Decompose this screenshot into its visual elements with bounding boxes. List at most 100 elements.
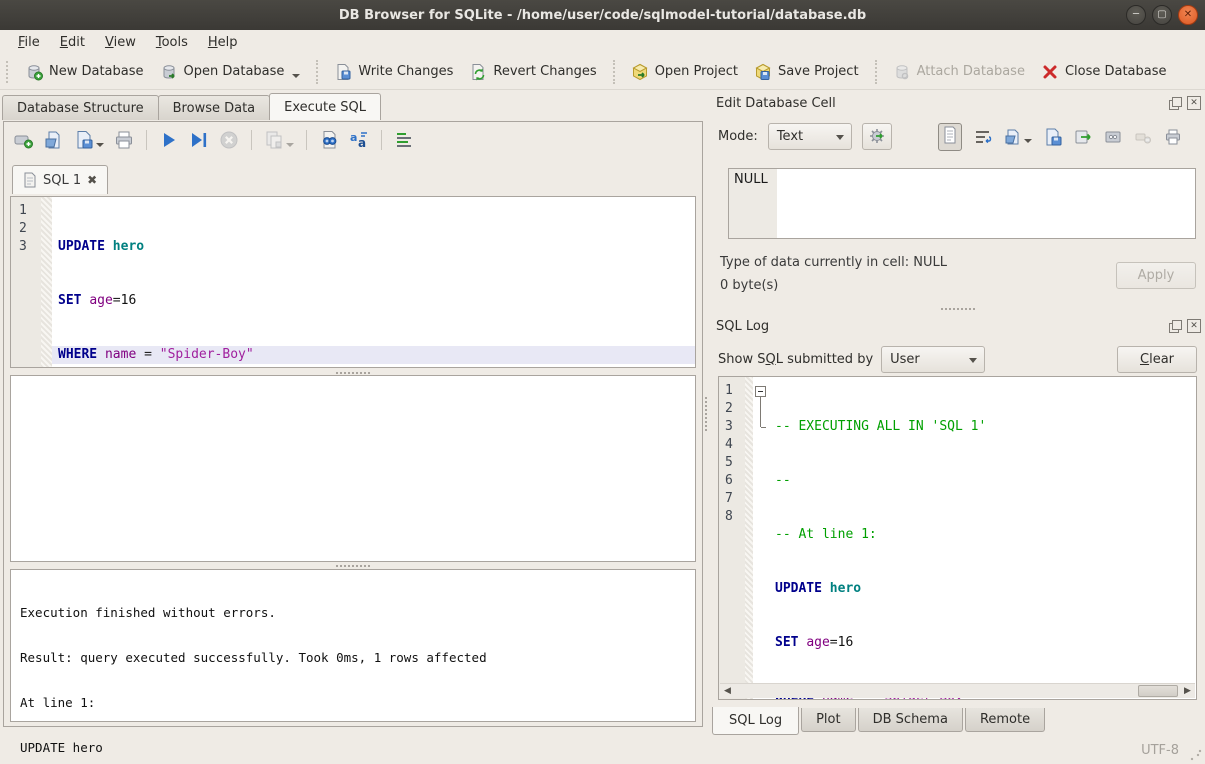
open-sql-file-button[interactable]	[44, 130, 64, 150]
close-button[interactable]: ✕	[1178, 5, 1198, 25]
filter-combobox[interactable]: User	[881, 346, 985, 373]
write-changes-icon	[334, 63, 352, 81]
float-dock-icon[interactable]	[1168, 319, 1182, 333]
revert-changes-button[interactable]: Revert Changes	[461, 59, 604, 85]
open-project-button[interactable]: Open Project	[623, 59, 746, 85]
print-button[interactable]	[114, 130, 134, 150]
toolbar-separator	[251, 130, 252, 150]
auto-format-button[interactable]	[862, 123, 892, 150]
menu-tools[interactable]: Tools	[146, 32, 198, 53]
edit-cell-title: Edit Database Cell	[716, 96, 836, 111]
chevron-down-icon	[286, 143, 294, 147]
menu-edit[interactable]: Edit	[50, 32, 95, 53]
editor-code[interactable]: UPDATE hero SET age=16 WHERE name = "Spi…	[52, 197, 695, 367]
resize-grip[interactable]	[1190, 749, 1202, 761]
close-dock-icon[interactable]: ✕	[1187, 96, 1201, 110]
log-fold-margin	[745, 377, 753, 699]
dock-tab-remote[interactable]: Remote	[965, 708, 1045, 732]
sql-log-filter-row: Show SQL submitted by User Clear	[718, 344, 1197, 374]
dock-tab-plot[interactable]: Plot	[801, 708, 856, 732]
new-sql-tab-button[interactable]	[14, 130, 34, 150]
code-line-current: WHERE name = "Spider-Boy"	[52, 346, 695, 364]
export-data-button[interactable]	[1044, 128, 1062, 146]
dock-tab-bar: SQL Log Plot DB Schema Remote	[712, 708, 1047, 735]
new-database-button[interactable]: New Database	[17, 59, 152, 85]
main-tab-bar: Database Structure Browse Data Execute S…	[2, 95, 380, 120]
encoding-label: UTF-8	[1141, 743, 1179, 758]
tab-execute-sql[interactable]: Execute SQL	[269, 93, 381, 120]
print-cell-button[interactable]	[1164, 128, 1182, 146]
menu-view[interactable]: View	[95, 32, 146, 53]
mode-combobox[interactable]: Text	[768, 123, 852, 150]
log-line-numbers: 12 34 56 78	[719, 377, 745, 699]
close-dock-icon[interactable]: ✕	[1187, 319, 1201, 333]
menu-help[interactable]: Help	[198, 32, 248, 53]
open-database-button[interactable]: Open Database	[152, 59, 309, 85]
tab-browse-data[interactable]: Browse Data	[158, 95, 271, 120]
save-sql-file-button[interactable]	[74, 130, 104, 150]
sql-log-view[interactable]: 12 34 56 78 -- EXECUTING ALL IN 'SQL 1' …	[718, 376, 1197, 700]
execute-sql-panel: aa SQL 1 ✖ 1 2 3 UPDATE hero SET a	[3, 121, 703, 727]
scrollbar-thumb[interactable]	[1138, 685, 1178, 697]
sql-toolbar: aa	[14, 130, 414, 150]
toolbar-separator	[613, 60, 615, 84]
open-file-icon	[1004, 128, 1022, 146]
text-mode-button[interactable]	[938, 123, 962, 151]
attach-database-button: Attach Database	[885, 59, 1033, 85]
sql-editor[interactable]: 1 2 3 UPDATE hero SET age=16 WHERE name …	[10, 196, 696, 368]
import-data-button[interactable]	[1004, 128, 1032, 146]
chevron-down-icon	[292, 74, 300, 78]
fold-collapse-icon[interactable]	[753, 382, 769, 400]
toolbar-handle[interactable]	[6, 61, 13, 83]
auto-indent-button[interactable]	[394, 130, 414, 150]
dock-tab-sql-log[interactable]: SQL Log	[712, 707, 799, 735]
cell-editor[interactable]: NULL	[728, 168, 1196, 239]
sql-document-icon	[23, 172, 37, 188]
dock-splitter[interactable]	[860, 306, 1055, 312]
chevron-down-icon	[96, 143, 104, 147]
window-controls: ─ ▢ ✕	[1126, 5, 1198, 25]
find-replace-button[interactable]	[319, 130, 339, 150]
close-icon: ✕	[1184, 10, 1192, 20]
document-icon	[941, 126, 959, 144]
app-window: DB Browser for SQLite - /home/user/code/…	[0, 0, 1205, 764]
main-toolbar: New Database Open Database Write Changes…	[0, 54, 1205, 90]
clear-button[interactable]: Clear	[1117, 346, 1197, 373]
float-dock-icon[interactable]	[1168, 96, 1182, 110]
save-project-button[interactable]: Save Project	[746, 59, 867, 85]
scrollbar-track[interactable]	[735, 684, 1180, 698]
results-pane[interactable]	[10, 375, 696, 562]
close-tab-icon[interactable]: ✖	[87, 173, 97, 187]
database-open-icon	[160, 63, 178, 81]
word-wrap-button[interactable]	[974, 128, 992, 146]
cell-size-info: 0 byte(s)	[720, 278, 778, 293]
sql-document-tab[interactable]: SQL 1 ✖	[12, 165, 108, 194]
database-new-icon	[25, 63, 43, 81]
chevron-down-icon	[969, 358, 977, 363]
open-in-app-button[interactable]	[1104, 128, 1122, 146]
save-sql-file-icon	[74, 130, 94, 150]
export-results-icon	[264, 130, 284, 150]
log-line: UPDATE hero	[769, 580, 1196, 598]
maximize-button[interactable]: ▢	[1152, 5, 1172, 25]
scroll-left-button[interactable]: ◀	[720, 684, 735, 698]
close-database-button[interactable]: Close Database	[1033, 59, 1175, 85]
sql-tab-label: SQL 1	[43, 173, 81, 188]
scroll-right-button[interactable]: ▶	[1180, 684, 1195, 698]
minimize-button[interactable]: ─	[1126, 5, 1146, 25]
execution-message-pane[interactable]: Execution finished without errors. Resul…	[10, 569, 696, 722]
log-horizontal-scrollbar[interactable]: ◀ ▶	[720, 683, 1195, 698]
toolbar-separator	[875, 60, 877, 84]
filter-value: User	[890, 352, 920, 367]
execute-line-button[interactable]	[189, 130, 209, 150]
tab-database-structure[interactable]: Database Structure	[2, 95, 159, 120]
menubar: File Edit View Tools Help	[0, 30, 1205, 54]
dock-tab-db-schema[interactable]: DB Schema	[858, 708, 963, 732]
format-sql-button[interactable]: aa	[349, 130, 369, 150]
statusbar: UTF-8	[0, 737, 1205, 764]
write-changes-button[interactable]: Write Changes	[326, 59, 461, 85]
menu-file[interactable]: File	[8, 32, 50, 53]
execute-all-button[interactable]	[159, 130, 179, 150]
panel-splitter[interactable]	[701, 90, 710, 737]
save-as-button[interactable]	[1074, 128, 1092, 146]
